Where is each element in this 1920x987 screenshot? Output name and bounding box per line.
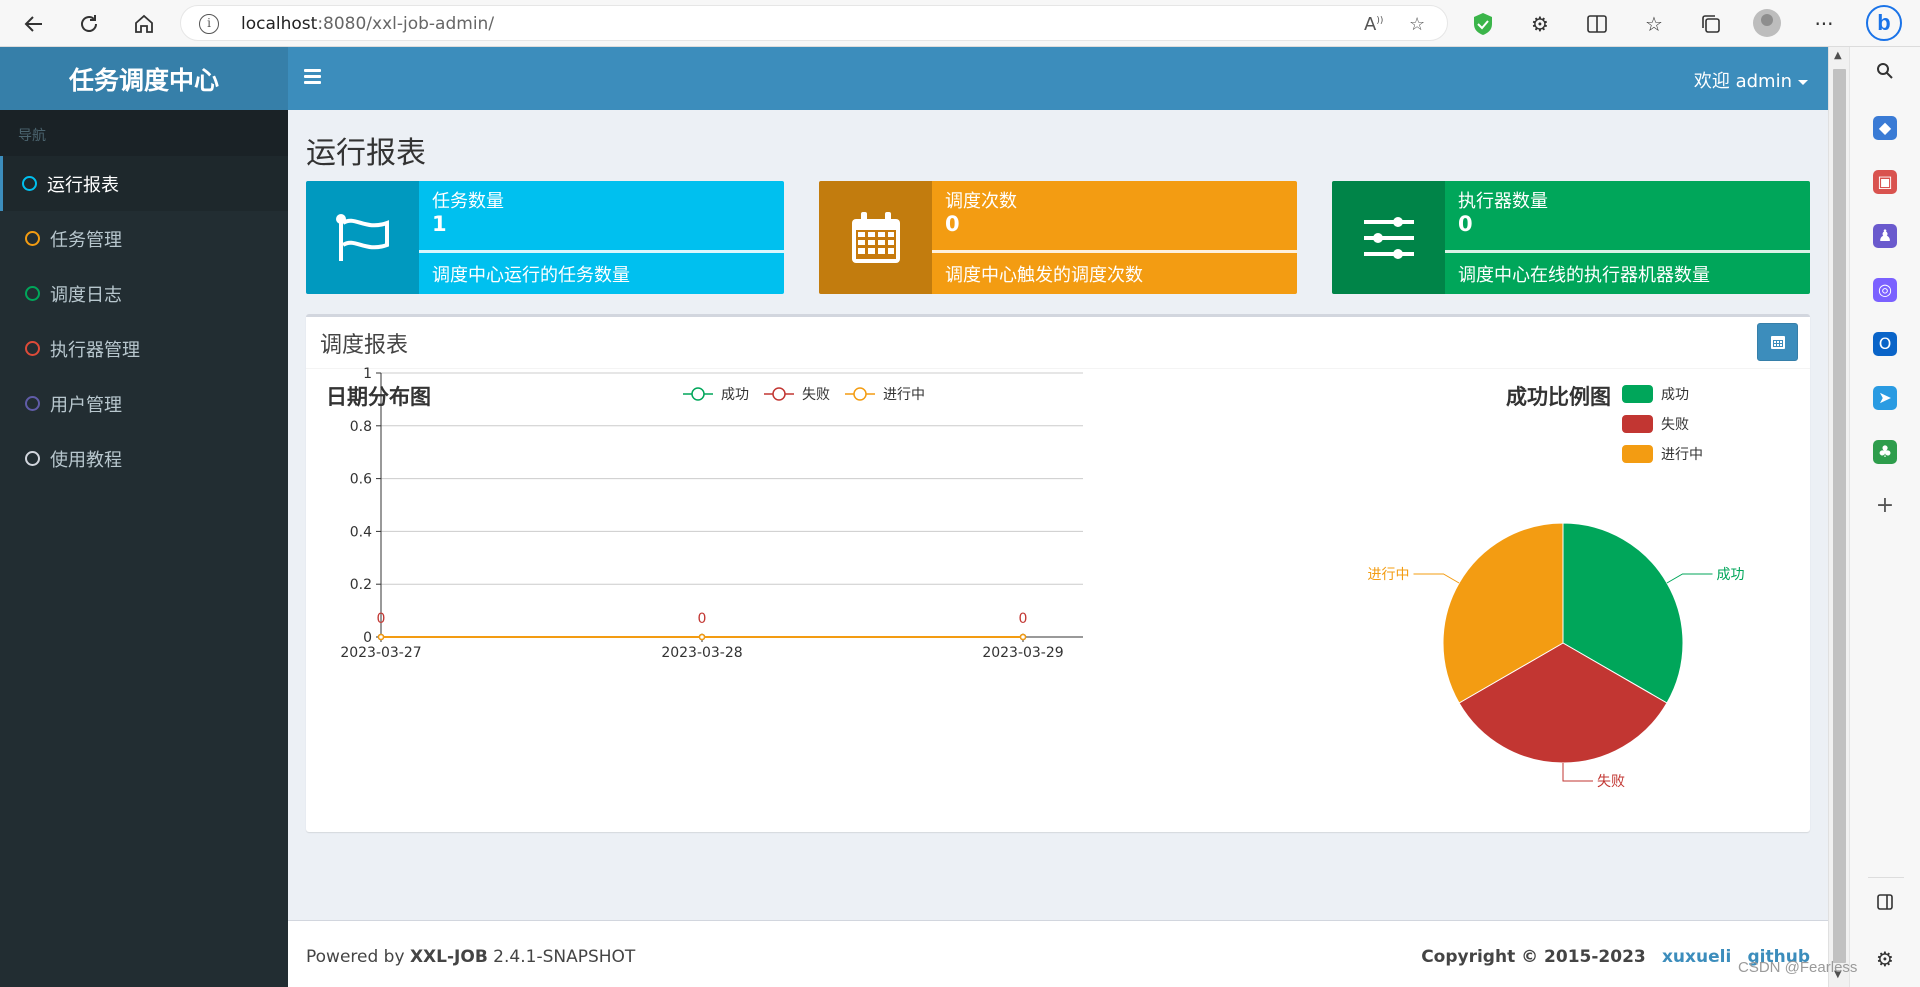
pie-legend-item[interactable]: 失败 xyxy=(1622,414,1689,434)
settings-icon[interactable]: ⚙ xyxy=(1873,947,1897,971)
sidebar-item-label: 执行器管理 xyxy=(50,339,140,361)
sidebar-item[interactable]: 运行报表 xyxy=(0,156,288,211)
progress-bar xyxy=(1445,250,1810,253)
microsoft365-icon[interactable]: ◎ xyxy=(1873,278,1897,302)
sidebar-item-label: 任务管理 xyxy=(50,229,122,251)
read-aloud-icon[interactable]: A)) xyxy=(1364,14,1383,35)
vertical-scrollbar[interactable]: ▲ ▼ xyxy=(1828,47,1849,987)
circle-icon xyxy=(25,231,40,246)
legend-label: 成功 xyxy=(1661,387,1689,403)
sidebar-item[interactable]: 执行器管理 xyxy=(0,321,288,376)
pie-legend-item[interactable]: 成功 xyxy=(1622,384,1689,404)
send-icon[interactable]: ➤ xyxy=(1873,386,1897,410)
sidebar-item-label: 使用教程 xyxy=(50,449,122,471)
line-chart-title: 日期分布图 xyxy=(326,385,431,409)
more-options-icon[interactable]: ··· xyxy=(1810,10,1838,38)
search-icon[interactable] xyxy=(1873,62,1897,86)
tools-icon[interactable]: ▣ xyxy=(1873,170,1897,194)
sidebar-item-label: 运行报表 xyxy=(47,174,119,196)
info-box-label: 任务数量 xyxy=(432,191,504,212)
info-box-trigger-count: 调度次数 0 调度中心触发的调度次数 xyxy=(819,181,1297,294)
top-navbar: 欢迎 admin xyxy=(288,47,1828,110)
bing-copilot-icon[interactable]: b xyxy=(1866,5,1902,41)
info-box-label: 执行器数量 xyxy=(1458,191,1548,212)
progress-bar xyxy=(932,250,1297,253)
info-box-desc: 调度中心运行的任务数量 xyxy=(432,265,630,286)
outlook-icon[interactable]: O xyxy=(1873,332,1897,356)
add-icon[interactable]: + xyxy=(1873,494,1897,518)
shield-extension-icon[interactable] xyxy=(1469,10,1497,38)
address-bar[interactable]: i localhost:8080/xxl-job-admin/ A)) ☆ xyxy=(180,5,1448,41)
calendar-icon xyxy=(819,181,932,294)
legend-swatch xyxy=(1622,385,1653,403)
refresh-icon[interactable] xyxy=(73,8,105,40)
site-info-icon[interactable]: i xyxy=(199,14,219,34)
scroll-thumb[interactable] xyxy=(1833,69,1846,963)
shopping-tag-icon[interactable]: ◆ xyxy=(1873,116,1897,140)
caret-down-icon xyxy=(1798,79,1808,85)
legend-swatch xyxy=(1622,415,1653,433)
sidebar-divider xyxy=(1868,877,1904,878)
sliders-icon xyxy=(1332,181,1445,294)
panel-title: 调度报表 xyxy=(320,333,409,358)
panel-divider xyxy=(306,368,1810,369)
main-content: 运行报表 任务数量 1 调度中心运行的任务数量 调度次数 0 调度中心触发的调度… xyxy=(288,110,1828,920)
legend-swatch xyxy=(1622,445,1653,463)
info-box-desc: 调度中心在线的执行器机器数量 xyxy=(1458,265,1710,286)
pie-legend-item[interactable]: 进行中 xyxy=(1622,444,1703,464)
user-menu[interactable]: 欢迎 admin xyxy=(1694,67,1808,93)
favorite-add-icon[interactable]: ☆ xyxy=(1409,14,1425,35)
favorites-icon[interactable]: ☆ xyxy=(1640,10,1668,38)
circle-icon xyxy=(25,396,40,411)
sidebar-toggle-icon[interactable] xyxy=(1873,893,1897,917)
info-box-number: 0 xyxy=(1458,212,1473,236)
sidebar-item[interactable]: 用户管理 xyxy=(0,376,288,431)
scroll-up-arrow[interactable]: ▲ xyxy=(1834,50,1842,61)
circle-icon xyxy=(25,286,40,301)
back-arrow-icon[interactable] xyxy=(18,8,50,40)
legend-label: 失败 xyxy=(1661,417,1689,433)
info-box-desc: 调度中心触发的调度次数 xyxy=(945,265,1143,286)
powered-by: Powered by XXL-JOB 2.4.1-SNAPSHOT xyxy=(306,947,636,967)
sidebar: 导航 运行报表任务管理调度日志执行器管理用户管理使用教程 xyxy=(0,110,288,987)
app-logo[interactable]: 任务调度中心 xyxy=(0,47,288,110)
games-icon[interactable]: ♟ xyxy=(1873,224,1897,248)
circle-icon xyxy=(25,341,40,356)
url-text: localhost:8080/xxl-job-admin/ xyxy=(241,14,495,34)
sidebar-item-label: 调度日志 xyxy=(50,284,122,306)
flag-icon xyxy=(306,181,419,294)
collections-icon[interactable] xyxy=(1697,10,1725,38)
edge-sidebar: ◆ ▣ ♟ ◎ O ➤ ♣ + ⚙ xyxy=(1849,47,1920,987)
circle-icon xyxy=(22,176,37,191)
profile-avatar[interactable] xyxy=(1753,9,1781,37)
sidebar-item[interactable]: 调度日志 xyxy=(0,266,288,321)
date-filter-button[interactable] xyxy=(1757,323,1798,361)
split-screen-icon[interactable] xyxy=(1583,10,1611,38)
extensions-icon[interactable]: ⚙ xyxy=(1526,10,1554,38)
page-title: 运行报表 xyxy=(306,136,426,171)
home-icon[interactable] xyxy=(128,8,160,40)
info-box-number: 0 xyxy=(945,212,960,236)
info-box-number: 1 xyxy=(432,212,447,236)
watermark: CSDN @Fearless xyxy=(1738,959,1858,976)
progress-bar xyxy=(419,250,784,253)
menu-toggle-icon[interactable] xyxy=(304,69,321,84)
info-box-label: 调度次数 xyxy=(945,191,1017,212)
sidebar-header: 导航 xyxy=(0,110,288,156)
pie-chart-title: 成功比例图 xyxy=(1506,385,1611,409)
footer: Powered by XXL-JOB 2.4.1-SNAPSHOT Copyri… xyxy=(288,920,1828,987)
sidebar-item-label: 用户管理 xyxy=(50,394,122,416)
browser-toolbar: i localhost:8080/xxl-job-admin/ A)) ☆ ⚙ … xyxy=(0,0,1920,47)
info-box-executor-count: 执行器数量 0 调度中心在线的执行器机器数量 xyxy=(1332,181,1810,294)
circle-icon xyxy=(25,451,40,466)
calendar-icon xyxy=(1770,336,1785,349)
sidebar-item[interactable]: 使用教程 xyxy=(0,431,288,486)
sidebar-item[interactable]: 任务管理 xyxy=(0,211,288,266)
tree-icon[interactable]: ♣ xyxy=(1873,440,1897,464)
legend-label: 进行中 xyxy=(1661,447,1703,463)
info-box-job-count: 任务数量 1 调度中心运行的任务数量 xyxy=(306,181,784,294)
author-link[interactable]: xuxueli xyxy=(1662,947,1731,967)
